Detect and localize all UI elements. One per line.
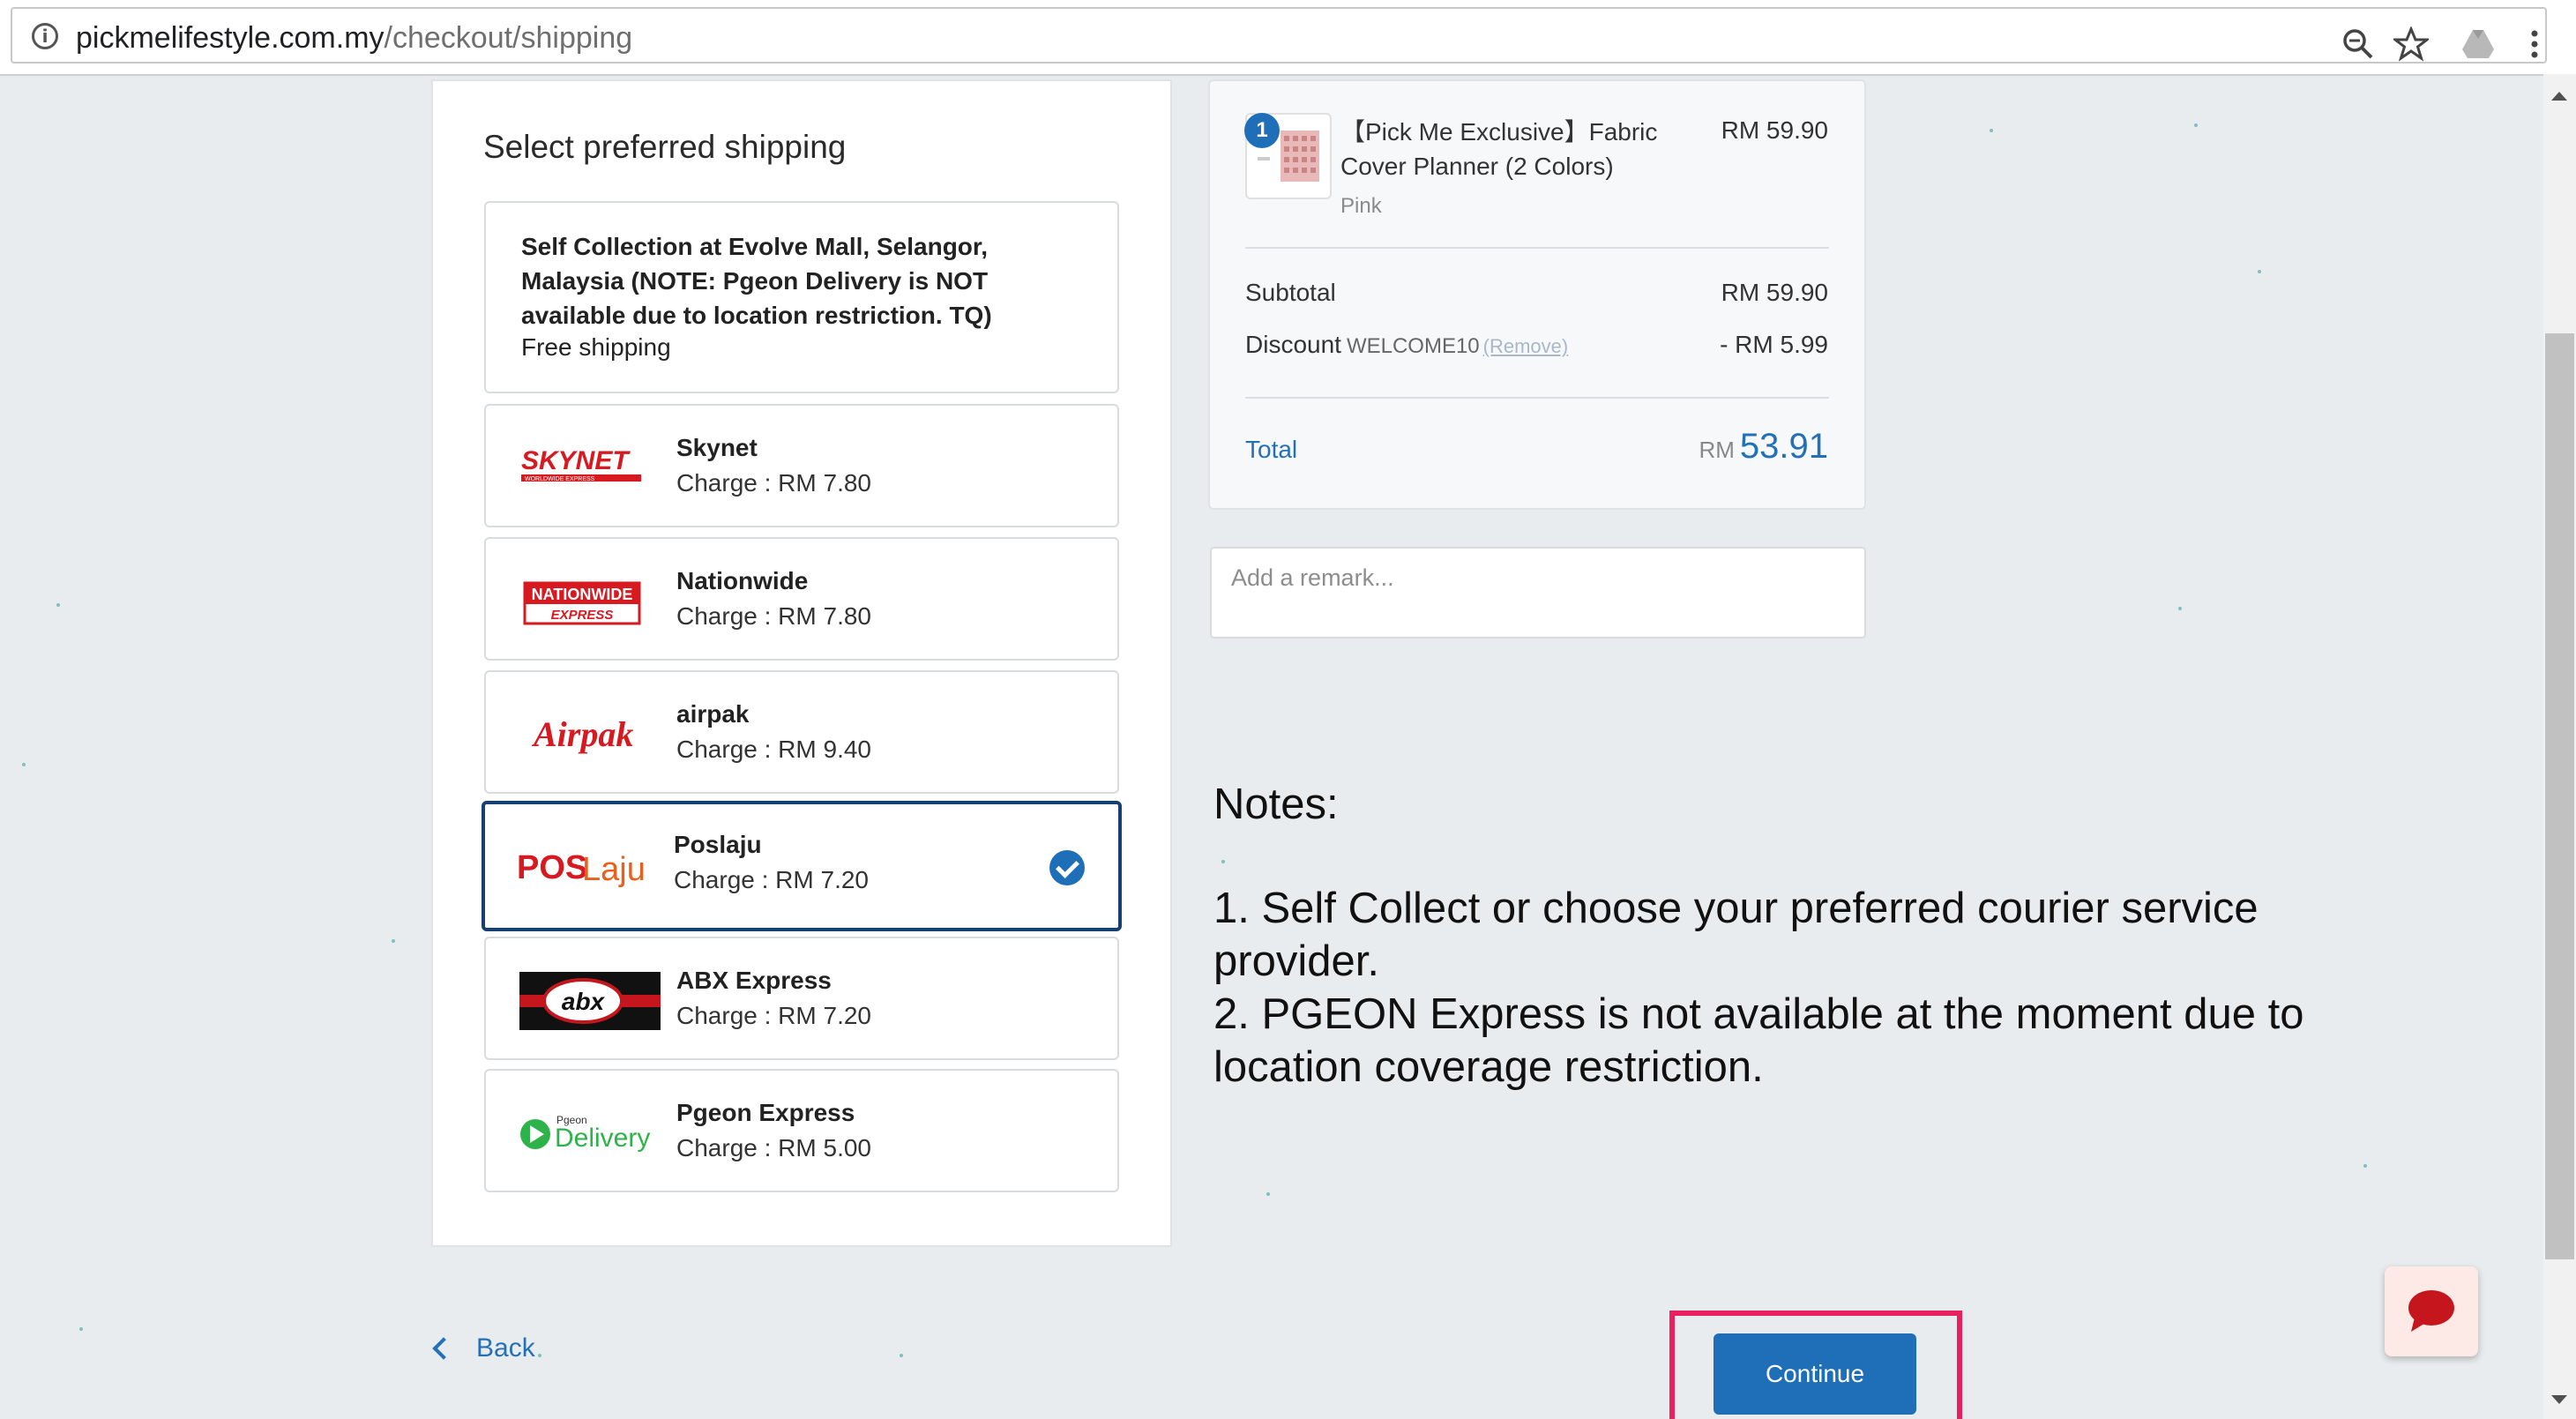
url-path: /checkout/shipping bbox=[384, 21, 633, 55]
bg-dot bbox=[22, 763, 26, 766]
option-charge: Charge : RM 7.20 bbox=[676, 1002, 871, 1029]
subtotal-value: RM 59.90 bbox=[1721, 279, 1828, 306]
option-charge: Charge : RM 5.00 bbox=[676, 1134, 871, 1161]
option-name: Poslaju bbox=[674, 831, 762, 858]
airpak-logo-text: Airpak bbox=[531, 714, 633, 754]
total-amount: 53.91 bbox=[1739, 427, 1828, 466]
skynet-logo-subtext: WORLDWIDE EXPRESS bbox=[525, 476, 595, 482]
bg-dot bbox=[56, 603, 60, 607]
pgeon-delivery-logo: Pgeon Delivery bbox=[520, 1114, 650, 1153]
summary-divider bbox=[1245, 247, 1829, 249]
chat-bubble-icon bbox=[2408, 1290, 2454, 1332]
remark-input[interactable] bbox=[1210, 547, 1866, 639]
bg-dot bbox=[2363, 1164, 2367, 1168]
notes-body: 1. Self Collect or choose your preferred… bbox=[1213, 882, 2360, 1094]
pgeon-logo-big: Delivery bbox=[555, 1124, 650, 1153]
url-domain: pickmelifestyle.com.my bbox=[76, 21, 385, 55]
option-name: ABX Express bbox=[676, 967, 832, 994]
drive-icon[interactable] bbox=[2460, 26, 2496, 62]
bg-dot bbox=[2178, 607, 2182, 610]
total-value: RM 53.91 bbox=[1699, 427, 1828, 467]
bg-dot bbox=[1221, 860, 1225, 863]
summary-divider bbox=[1245, 397, 1829, 399]
nationwide-logo-subtext: EXPRESS bbox=[551, 608, 614, 623]
abx-logo: abx bbox=[519, 972, 661, 1030]
bookmark-star-icon[interactable] bbox=[2393, 26, 2429, 62]
skynet-logo: SKYNET WORLDWIDE EXPRESS bbox=[521, 446, 641, 482]
discount-label: Discount bbox=[1245, 331, 1341, 358]
chat-button[interactable] bbox=[2385, 1266, 2478, 1356]
back-link[interactable]: Back bbox=[429, 1333, 535, 1363]
bg-dot bbox=[900, 1354, 903, 1357]
option-charge: Charge : RM 7.20 bbox=[674, 866, 869, 893]
back-label: Back bbox=[476, 1333, 535, 1363]
shipping-option-poslaju[interactable]: POS Laju Poslaju Charge : RM 7.20 bbox=[482, 801, 1122, 931]
zoom-icon[interactable] bbox=[2341, 26, 2376, 62]
total-currency: RM bbox=[1699, 437, 1735, 463]
option-charge: Charge : RM 7.80 bbox=[676, 602, 871, 630]
product-name: 【Pick Me Exclusive】Fabric Cover Planner … bbox=[1340, 118, 1658, 180]
shipping-option-abx[interactable]: abx ABX Express Charge : RM 7.20 bbox=[484, 937, 1119, 1060]
notes-line-2: 2. PGEON Express is not available at the… bbox=[1213, 990, 2304, 1091]
subtotal-label: Subtotal bbox=[1245, 279, 1336, 306]
option-charge: Charge : RM 9.40 bbox=[676, 736, 871, 763]
info-icon[interactable]: i bbox=[32, 23, 58, 49]
option-name: Skynet bbox=[676, 434, 758, 461]
notes-title: Notes: bbox=[1213, 780, 1339, 828]
option-name: Nationwide bbox=[676, 567, 809, 594]
self-collection-name: Self Collection at Evolve Mall, Selangor… bbox=[521, 233, 992, 329]
bg-dot bbox=[2258, 270, 2261, 273]
poslaju-logo-pos: POS bbox=[517, 849, 587, 886]
skynet-logo-text: SKYNET bbox=[521, 446, 631, 475]
quantity-badge: 1 bbox=[1244, 113, 1280, 148]
continue-button[interactable]: Continue bbox=[1714, 1333, 1916, 1415]
shipping-option-nationwide[interactable]: NATIONWIDE EXPRESS Nationwide Charge : R… bbox=[484, 537, 1119, 661]
selected-check-icon bbox=[1049, 850, 1085, 885]
scroll-up-arrow-icon[interactable] bbox=[2551, 92, 2567, 101]
option-name: airpak bbox=[676, 700, 750, 728]
scrollbar-thumb[interactable] bbox=[2545, 333, 2574, 1259]
remove-discount-link[interactable]: (Remove) bbox=[1483, 335, 1569, 357]
browser-toolbar: i pickmelifestyle.com.my/checkout/shippi… bbox=[0, 0, 2576, 76]
option-name: Pgeon Express bbox=[676, 1099, 855, 1126]
bg-dot bbox=[538, 1354, 541, 1357]
product-variant: Pink bbox=[1340, 194, 1382, 218]
poslaju-logo-laju: Laju bbox=[582, 851, 644, 888]
bg-dot bbox=[392, 939, 395, 943]
abx-logo-text: abx bbox=[562, 988, 606, 1015]
airpak-logo: Airpak bbox=[531, 714, 633, 754]
discount-code: WELCOME10 bbox=[1346, 334, 1480, 358]
bg-dot bbox=[79, 1327, 83, 1331]
shipping-option-pgeon[interactable]: Pgeon Delivery Pgeon Express Charge : RM… bbox=[484, 1069, 1119, 1192]
self-collection-charge: Free shipping bbox=[521, 333, 671, 361]
menu-kebab-icon[interactable] bbox=[2517, 26, 2552, 62]
bg-dot bbox=[1990, 129, 1993, 132]
scroll-down-arrow-icon[interactable] bbox=[2551, 1395, 2567, 1404]
bg-dot bbox=[2194, 123, 2198, 127]
option-charge: Charge : RM 7.80 bbox=[676, 469, 871, 497]
shipping-option-self-collection[interactable]: Self Collection at Evolve Mall, Selangor… bbox=[484, 201, 1119, 393]
shipping-option-skynet[interactable]: SKYNET WORLDWIDE EXPRESS Skynet Charge :… bbox=[484, 404, 1119, 527]
total-label: Total bbox=[1245, 436, 1298, 463]
discount-row: Discount WELCOME10 (Remove) bbox=[1245, 331, 1568, 359]
nationwide-logo: NATIONWIDE EXPRESS bbox=[523, 581, 641, 625]
poslaju-logo: POS Laju bbox=[517, 849, 644, 888]
discount-value: - RM 5.99 bbox=[1720, 331, 1828, 358]
address-bar[interactable]: i pickmelifestyle.com.my/checkout/shippi… bbox=[11, 7, 2547, 63]
notes-line-1: 1. Self Collect or choose your preferred… bbox=[1213, 885, 2259, 985]
nationwide-logo-text: NATIONWIDE bbox=[532, 586, 633, 603]
bg-dot bbox=[1266, 1192, 1270, 1196]
shipping-option-airpak[interactable]: Airpak airpak Charge : RM 9.40 bbox=[484, 670, 1119, 794]
shipping-title: Select preferred shipping bbox=[483, 129, 847, 165]
chevron-left-icon bbox=[432, 1337, 455, 1360]
url-text[interactable]: pickmelifestyle.com.my/checkout/shipping bbox=[76, 21, 632, 56]
product-price: RM 59.90 bbox=[1721, 116, 1828, 144]
